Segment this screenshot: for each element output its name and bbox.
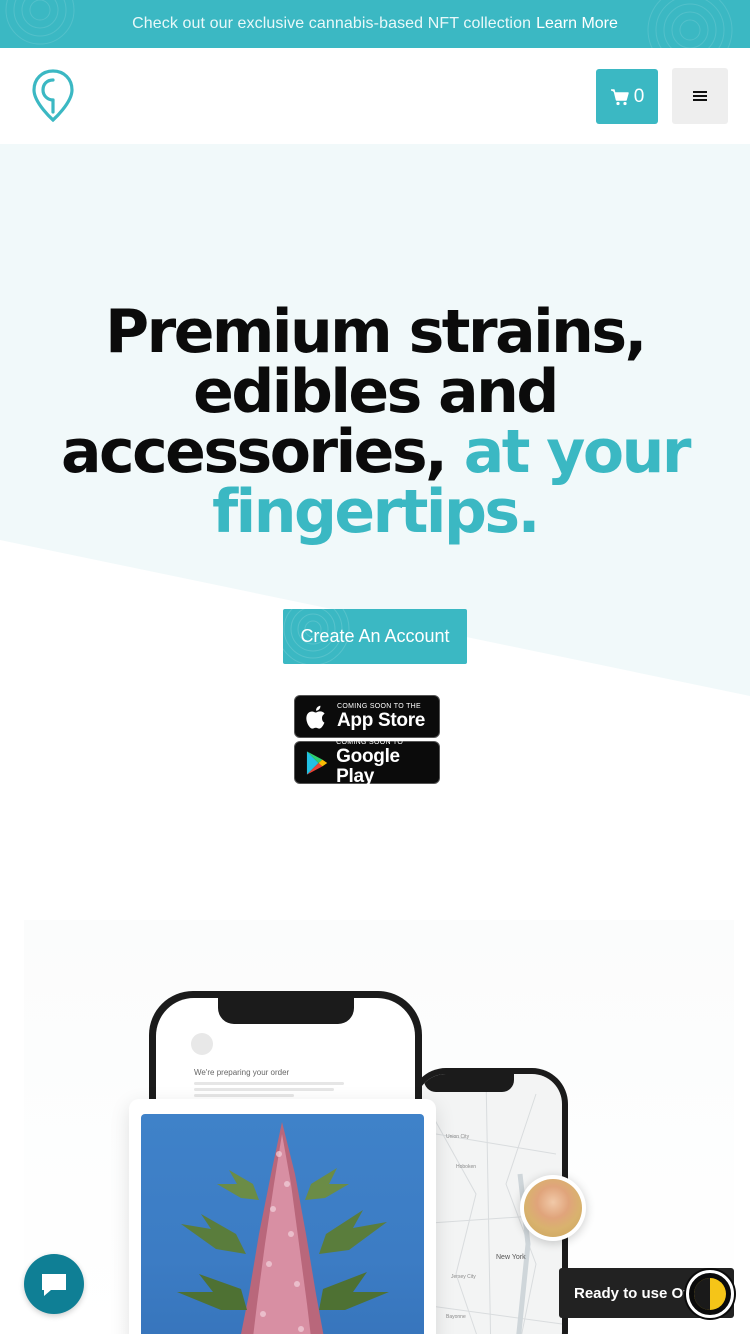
map-label-hoboken: Hoboken: [456, 1164, 477, 1170]
placeholder-line: [194, 1088, 334, 1091]
hero-headline: Premium strains, edibles and accessories…: [40, 302, 710, 542]
avatar-photo: [524, 1179, 582, 1237]
cart-button[interactable]: 0: [596, 69, 658, 124]
map-label-bayonne: Bayonne: [446, 1314, 466, 1320]
user-avatar: [191, 1033, 213, 1055]
create-account-label: Create An Account: [300, 626, 450, 646]
google-play-big-text: Google Play: [336, 746, 400, 787]
announcement-text: Check out our exclusive cannabis-based N…: [132, 15, 532, 32]
ready-label: Ready to use Of: [574, 1284, 689, 1302]
courier-avatar: [520, 1175, 586, 1241]
half-moon-icon: [694, 1278, 726, 1310]
cannabis-strain-image: [141, 1114, 424, 1334]
announcement-bar: Check out our exclusive cannabis-based N…: [0, 0, 750, 48]
order-status-title: We're preparing your order: [194, 1068, 290, 1077]
phone-notch: [424, 1074, 514, 1092]
product-card[interactable]: [129, 1099, 436, 1334]
placeholder-line: [194, 1094, 294, 1097]
chat-bubble-icon: [42, 1274, 66, 1296]
apple-icon: [306, 705, 325, 729]
google-play-badge[interactable]: COMING SOON TO Google Play: [294, 739, 440, 787]
app-store-badge[interactable]: COMING SOON TO THE App Store: [294, 695, 440, 738]
hamburger-menu-icon: [693, 91, 707, 101]
app-store-big-text: App Store: [337, 710, 426, 731]
map-label-unioncity: Union City: [446, 1134, 470, 1140]
site-header: 0: [0, 48, 750, 144]
phone-notch: [218, 998, 354, 1024]
dark-mode-toggle[interactable]: [686, 1270, 734, 1318]
placeholder-line: [194, 1082, 344, 1085]
google-play-icon: [306, 750, 328, 775]
cart-icon: [610, 88, 629, 105]
map-label-jerseycity: Jersey City: [451, 1274, 476, 1280]
menu-button[interactable]: [672, 68, 728, 124]
cart-count: 0: [633, 85, 645, 107]
chat-button[interactable]: [24, 1254, 84, 1314]
location-pin-logo-icon[interactable]: [30, 68, 76, 124]
create-account-button[interactable]: Create An Account: [283, 609, 467, 664]
learn-more-link[interactable]: Learn More: [536, 15, 618, 33]
map-label-newyork: New York: [496, 1254, 526, 1261]
